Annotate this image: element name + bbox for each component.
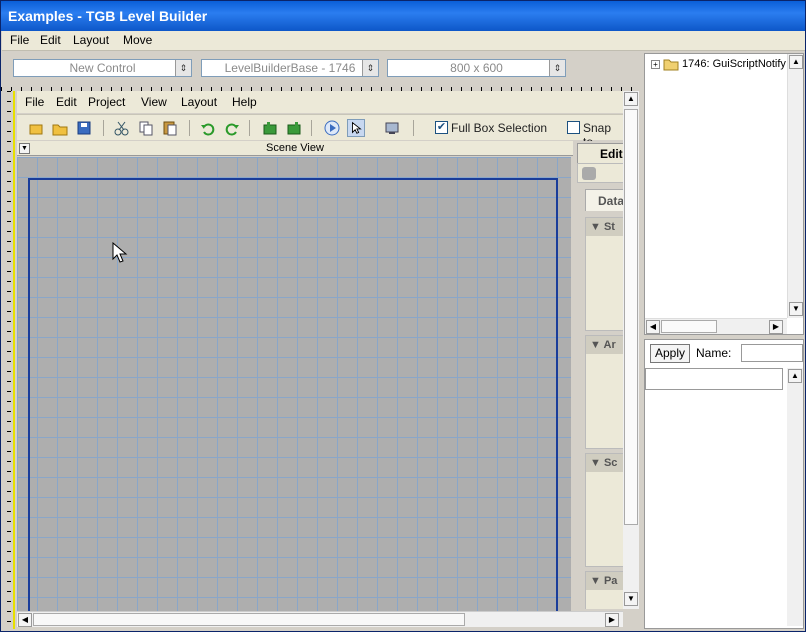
scroll-right-icon[interactable]: ▶ bbox=[769, 320, 783, 334]
toolbar-separator bbox=[189, 120, 190, 136]
base-select[interactable]: LevelBuilderBase - 1746 ⇕ bbox=[201, 59, 379, 77]
edit-tab[interactable]: Edit bbox=[577, 143, 623, 163]
toolbar-separator bbox=[103, 120, 104, 136]
object-icon[interactable] bbox=[582, 167, 596, 180]
add-layer-icon[interactable] bbox=[261, 119, 279, 137]
scroll-up-icon[interactable]: ▲ bbox=[789, 55, 803, 69]
value-field[interactable] bbox=[645, 368, 783, 390]
properties-section-3: ▼ Sc bbox=[585, 453, 623, 567]
camera-bounds bbox=[28, 178, 558, 611]
property-vertical-scrollbar[interactable]: ▲ bbox=[787, 368, 803, 626]
scene-view-title: Scene View bbox=[266, 142, 324, 154]
inner-vertical-scrollbar[interactable]: ▲ ▼ bbox=[623, 91, 639, 609]
scroll-left-icon[interactable]: ◀ bbox=[18, 613, 32, 627]
tree-horizontal-scrollbar[interactable]: ◀ ▶ bbox=[645, 318, 787, 334]
updown-icon: ⇕ bbox=[362, 60, 378, 76]
inner-menu-view[interactable]: View bbox=[141, 95, 167, 109]
scroll-right-icon[interactable]: ▶ bbox=[605, 613, 619, 627]
redo-icon[interactable] bbox=[223, 119, 241, 137]
expand-arrow-icon: ▼ bbox=[590, 339, 604, 351]
menu-layout[interactable]: Layout bbox=[73, 33, 109, 47]
right-panel: + 1746: GuiScriptNotifyCtrl ▲ ▼ ◀ ▶ Appl… bbox=[642, 51, 805, 631]
expand-plus-icon[interactable]: + bbox=[651, 60, 660, 69]
full-box-checkbox[interactable]: ✔ bbox=[435, 121, 448, 134]
inner-menu-file[interactable]: File bbox=[25, 95, 44, 109]
updown-icon: ⇕ bbox=[549, 60, 565, 76]
paste-icon[interactable] bbox=[161, 119, 179, 137]
expand-arrow-icon: ▼ bbox=[590, 457, 604, 469]
menu-move[interactable]: Move bbox=[123, 33, 152, 47]
updown-icon: ⇕ bbox=[175, 60, 191, 76]
scene-view[interactable] bbox=[17, 157, 571, 611]
expand-arrow-icon: ▼ bbox=[590, 221, 604, 233]
properties-section-2: ▼ Ar bbox=[585, 335, 623, 449]
save-icon[interactable] bbox=[75, 119, 93, 137]
scroll-down-icon[interactable]: ▼ bbox=[789, 302, 803, 316]
main-menubar: File Edit Layout Move bbox=[2, 31, 805, 51]
expand-arrow-icon: ▼ bbox=[590, 575, 604, 587]
open-folder-icon[interactable] bbox=[51, 119, 69, 137]
app-window: Examples - TGB Level Builder File Edit L… bbox=[0, 0, 806, 632]
collapse-arrow-icon[interactable]: ▼ bbox=[19, 143, 30, 154]
properties-section-4: ▼ Pa bbox=[585, 571, 623, 609]
full-box-label: Full Box Selection bbox=[451, 121, 548, 135]
scroll-up-icon[interactable]: ▲ bbox=[788, 369, 802, 383]
tree-vertical-scrollbar[interactable]: ▲ ▼ bbox=[787, 54, 803, 318]
undo-icon[interactable] bbox=[199, 119, 217, 137]
size-select[interactable]: 800 x 600 ⇕ bbox=[387, 59, 566, 77]
inner-menubar: File Edit Project View Layout Help bbox=[17, 91, 623, 113]
name-label: Name: bbox=[696, 346, 732, 360]
inner-menu-edit[interactable]: Edit bbox=[56, 95, 77, 109]
remove-layer-icon[interactable] bbox=[285, 119, 303, 137]
copy-icon[interactable] bbox=[137, 119, 155, 137]
snap-checkbox[interactable] bbox=[567, 121, 580, 134]
scroll-thumb[interactable] bbox=[661, 320, 717, 333]
select-pointer-icon[interactable] bbox=[347, 119, 365, 137]
inner-menu-help[interactable]: Help bbox=[232, 95, 257, 109]
edit-panel: Edit Data ▼ St ▼ Ar ▼ Sc ▼ Pa bbox=[575, 141, 623, 609]
scroll-thumb[interactable] bbox=[624, 109, 638, 525]
control-select[interactable]: New Control ⇕ bbox=[13, 59, 192, 77]
menu-file[interactable]: File bbox=[10, 33, 29, 47]
cut-icon[interactable] bbox=[113, 119, 131, 137]
toolbar-separator bbox=[311, 120, 312, 136]
title-bar[interactable]: Examples - TGB Level Builder bbox=[1, 1, 805, 31]
folder-icon bbox=[663, 59, 679, 71]
data-tab[interactable]: Data bbox=[585, 189, 623, 211]
inner-menu-layout[interactable]: Layout bbox=[181, 95, 217, 109]
new-icon[interactable] bbox=[27, 119, 45, 137]
toolbar-separator bbox=[249, 120, 250, 136]
property-panel: Apply Name: ▲ bbox=[644, 339, 804, 629]
scroll-thumb[interactable] bbox=[33, 613, 465, 626]
scroll-up-icon[interactable]: ▲ bbox=[624, 92, 638, 106]
inner-menu-project[interactable]: Project bbox=[88, 95, 125, 109]
object-tree[interactable]: + 1746: GuiScriptNotifyCtrl ▲ ▼ ◀ ▶ bbox=[644, 53, 804, 335]
toolbar-separator bbox=[413, 120, 414, 136]
tree-item[interactable]: 1746: GuiScriptNotifyCtrl bbox=[682, 58, 786, 70]
scene-horizontal-scrollbar[interactable]: ◀ ▶ bbox=[17, 611, 623, 627]
top-ruler bbox=[1, 79, 641, 91]
name-field[interactable] bbox=[741, 344, 803, 362]
scroll-down-icon[interactable]: ▼ bbox=[624, 592, 638, 606]
scene-view-header: ▼ Scene View bbox=[17, 141, 573, 156]
level-builder-frame: File Edit Project View Layout Help ✔ Ful… bbox=[13, 91, 639, 629]
scroll-left-icon[interactable]: ◀ bbox=[646, 320, 660, 334]
inner-toolbar: ✔ Full Box Selection Snap to bbox=[17, 114, 623, 149]
play-icon[interactable] bbox=[323, 119, 341, 137]
menu-edit[interactable]: Edit bbox=[40, 33, 61, 47]
window-title: Examples - TGB Level Builder bbox=[8, 8, 208, 24]
properties-section-1: ▼ St bbox=[585, 217, 623, 331]
edit-panel-toolbar bbox=[577, 163, 623, 183]
mouse-cursor-icon bbox=[112, 242, 128, 263]
left-ruler bbox=[1, 91, 11, 631]
apply-button[interactable]: Apply bbox=[650, 344, 690, 363]
screen-icon[interactable] bbox=[383, 119, 401, 137]
